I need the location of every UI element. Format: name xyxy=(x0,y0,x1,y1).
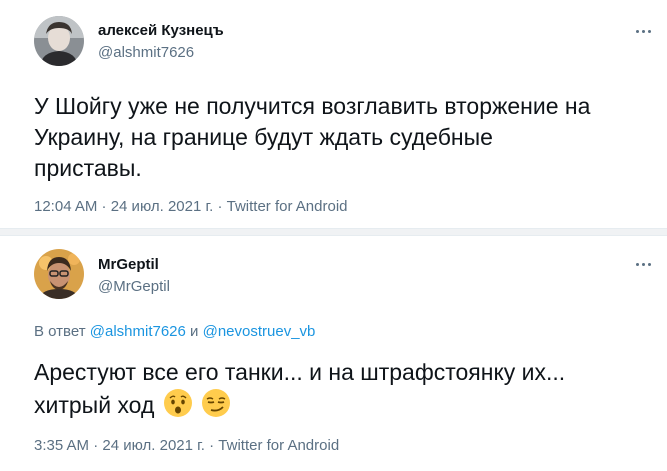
tweet-text: У Шойгу уже не получится возглавить втор… xyxy=(34,91,590,184)
hushed-face-icon xyxy=(163,389,192,417)
tweet-text-line: хитрый ход xyxy=(34,392,155,418)
reply-prefix: В ответ xyxy=(34,323,86,340)
avatar[interactable] xyxy=(34,16,84,66)
author-handle[interactable]: @MrGeptil xyxy=(98,278,170,295)
reply-mention-link[interactable]: @nevostruev_vb xyxy=(203,323,316,340)
tweet-text-line: У Шойгу уже не получится возглавить втор… xyxy=(34,93,591,119)
more-options-icon[interactable] xyxy=(633,259,653,269)
author-name[interactable]: MrGeptil xyxy=(98,256,159,273)
reply-context: В ответ @alshmit7626 и @nevostruev_vb xyxy=(34,323,315,340)
tweet-timestamp[interactable]: 3:35 AM · 24 июл. 2021 г. · Twitter for … xyxy=(34,437,339,454)
smirking-face-icon xyxy=(202,389,231,417)
reply-and: и xyxy=(190,323,199,340)
tweet-1: алексей Кузнецъ @alshmit7626 У Шойгу уже… xyxy=(0,0,667,228)
avatar-photo-icon xyxy=(34,16,84,66)
tweet-timestamp[interactable]: 12:04 AM · 24 июл. 2021 г. · Twitter for… xyxy=(34,198,348,215)
tweet-text: Арестуют все его танки... и на штрафстоя… xyxy=(34,357,565,421)
author-name[interactable]: алексей Кузнецъ xyxy=(98,22,224,39)
avatar-photo-icon xyxy=(34,249,84,299)
tweet-text-line: Арестуют все его танки... и на штрафстоя… xyxy=(34,359,566,385)
more-options-icon[interactable] xyxy=(633,26,653,36)
divider xyxy=(0,228,667,236)
tweet-text-line: приставы. xyxy=(34,155,142,181)
author-handle[interactable]: @alshmit7626 xyxy=(98,44,194,61)
tweet-2: MrGeptil @MrGeptil В ответ @alshmit7626 … xyxy=(0,236,667,471)
tweet-text-line-2: хитрый ход xyxy=(34,388,565,421)
reply-mention-link[interactable]: @alshmit7626 xyxy=(90,323,186,340)
avatar[interactable] xyxy=(34,249,84,299)
tweet-text-line: Украину, на границе будут ждать судебные xyxy=(34,124,493,150)
